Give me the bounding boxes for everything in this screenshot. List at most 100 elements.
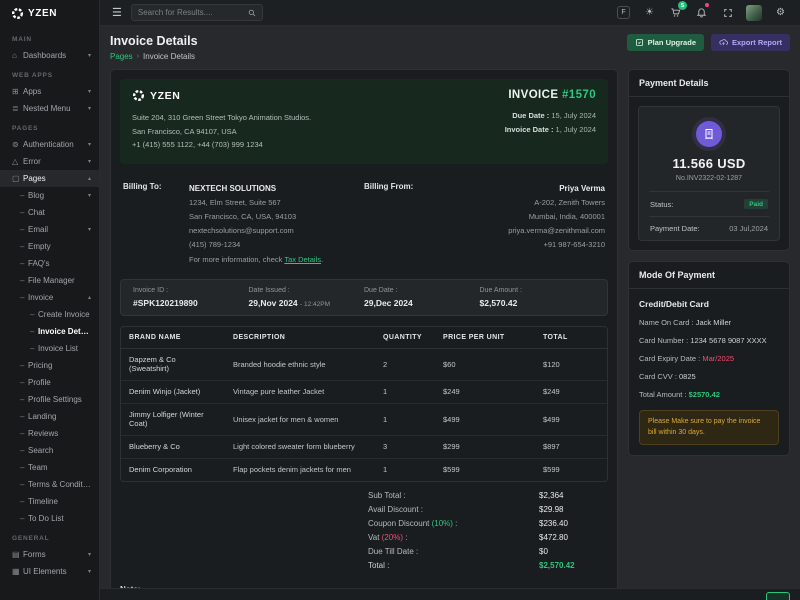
language-flag-icon: F xyxy=(617,6,630,19)
sidebar-item-apps[interactable]: ⊞Apps▾ xyxy=(0,83,99,100)
due-amount-value: $2,570.42 xyxy=(480,298,596,308)
breadcrumb-pages-link[interactable]: Pages xyxy=(110,52,133,61)
sidebar-item-pages[interactable]: ▢Pages▴ xyxy=(0,170,99,187)
sidebar-section-main: MAIN xyxy=(0,28,99,47)
due-till-date-value: $0 xyxy=(539,547,603,556)
sidebar-item-nested-menu[interactable]: ≣Nested Menu▾ xyxy=(0,100,99,117)
gear-icon: ⚙ xyxy=(776,7,785,18)
billing-from-details: Priya Verma A-202, Zenith Towers Mumbai,… xyxy=(430,181,605,267)
invoice-meta-strip: Invoice ID :#SPK120219890 Date Issued :2… xyxy=(120,279,608,316)
due-date-value: 29,Dec 2024 xyxy=(364,298,480,308)
sidebar-item-faqs[interactable]: –FAQ's xyxy=(0,255,99,272)
sidebar-item-profile-settings[interactable]: –Profile Settings xyxy=(0,391,99,408)
sidebar-section-pages: PAGES xyxy=(0,117,99,136)
sidebar-item-dashboards[interactable]: ⌂Dashboards▾ xyxy=(0,47,99,64)
avail-discount-value: $29.98 xyxy=(539,505,603,514)
page-header: Invoice Details Pages › Invoice Details … xyxy=(110,34,790,61)
invoice-company-address: Suite 204, 310 Green Street Tokyo Animat… xyxy=(132,111,311,152)
topbar: ☰ F ☀ 5 ⚙ xyxy=(100,0,800,26)
user-avatar[interactable] xyxy=(746,5,762,21)
breadcrumb: Pages › Invoice Details xyxy=(110,52,198,61)
sidebar-item-file-manager[interactable]: –File Manager xyxy=(0,272,99,289)
search-input[interactable] xyxy=(138,8,244,17)
date-issued-value: 29,Nov 2024 - 12:42PM xyxy=(249,298,365,308)
global-search[interactable] xyxy=(131,4,263,21)
sidebar-item-email[interactable]: –Email▾ xyxy=(0,221,99,238)
payment-details-title: Payment Details xyxy=(629,70,789,97)
chevron-up-icon: ▴ xyxy=(86,294,91,301)
coupon-discount-value: $236.40 xyxy=(539,519,603,528)
cart-button[interactable]: 5 xyxy=(668,5,683,20)
payment-amount: 11.566 USD xyxy=(649,156,769,171)
sidebar-item-pricing[interactable]: –Pricing xyxy=(0,357,99,374)
status-badge: Paid xyxy=(744,199,768,209)
sidebar-item-todo-list[interactable]: –To Do List xyxy=(0,510,99,527)
card-cvv-line: Card CVV : 0825 xyxy=(639,372,779,381)
pages-icon: ▢ xyxy=(12,174,23,183)
export-report-button[interactable]: Export Report xyxy=(711,34,790,51)
invoice-totals: Sub Total :$2,364 Avail Discount :$29.98… xyxy=(111,482,617,577)
card-expiry-line: Card Expiry Date : Mar/2025 xyxy=(639,354,779,363)
chevron-down-icon: ▾ xyxy=(86,192,91,199)
billing-to-label: Billing To: xyxy=(123,181,189,267)
invoice-brand-swirl-icon xyxy=(132,89,145,102)
sidebar-item-invoice-details[interactable]: –Invoice Details xyxy=(0,323,99,340)
sidebar-item-forms[interactable]: ▤Forms▾ xyxy=(0,546,99,563)
error-icon: △ xyxy=(12,157,23,166)
chevron-down-icon: ▾ xyxy=(86,52,91,59)
sidebar-item-blog[interactable]: –Blog▾ xyxy=(0,187,99,204)
table-row: Blueberry & CoLight colored sweater form… xyxy=(121,435,607,458)
table-row: Denim Winjo (Jacket)Vintage pure leather… xyxy=(121,380,607,403)
payment-details-card: Payment Details 11.566 USD No.INV2322-02… xyxy=(628,69,790,251)
nested-menu-icon: ≣ xyxy=(12,104,23,113)
sidebar-item-empty[interactable]: –Empty xyxy=(0,238,99,255)
chevron-down-icon: ▾ xyxy=(86,551,91,558)
invoice-card: YZEN Suite 204, 310 Green Street Tokyo A… xyxy=(110,69,618,588)
tax-details-link[interactable]: Tax Details xyxy=(284,255,321,264)
menu-toggle-icon[interactable]: ☰ xyxy=(112,6,122,19)
sidebar-item-create-invoice[interactable]: –Create Invoice xyxy=(0,306,99,323)
payment-method: Credit/Debit Card xyxy=(639,299,779,309)
language-button[interactable]: F xyxy=(616,5,631,20)
topbar-icons: F ☀ 5 ⚙ xyxy=(616,5,788,21)
sidebar-item-authentication[interactable]: ⊚Authentication▾ xyxy=(0,136,99,153)
plan-upgrade-button[interactable]: Plan Upgrade xyxy=(627,34,704,51)
theme-toggle-button[interactable]: ☀ xyxy=(642,5,657,20)
sidebar-item-chat[interactable]: –Chat xyxy=(0,204,99,221)
sidebar-item-ui-elements[interactable]: ▦UI Elements▾ xyxy=(0,563,99,580)
sidebar-item-team[interactable]: –Team xyxy=(0,459,99,476)
notifications-button[interactable] xyxy=(694,5,709,20)
sidebar-item-invoice-list[interactable]: –Invoice List xyxy=(0,340,99,357)
sidebar-item-profile[interactable]: –Profile xyxy=(0,374,99,391)
brand-logo[interactable]: YZEN xyxy=(0,0,99,26)
page-content: Invoice Details Pages › Invoice Details … xyxy=(100,26,800,588)
table-row: Jimmy Lolfiger (Winter Coat)Unisex jacke… xyxy=(121,403,607,435)
main-area: ☰ F ☀ 5 ⚙ xyxy=(100,0,800,600)
bell-icon xyxy=(696,7,707,18)
sidebar-item-error[interactable]: △Error▾ xyxy=(0,153,99,170)
sidebar-item-terms[interactable]: –Terms & Conditions xyxy=(0,476,99,493)
card-name-line: Name On Card : Jack Miller xyxy=(639,318,779,327)
search-icon[interactable] xyxy=(248,9,256,17)
mode-of-payment-card: Mode Of Payment Credit/Debit Card Name O… xyxy=(628,261,790,456)
settings-button[interactable]: ⚙ xyxy=(773,5,788,20)
table-row: Dapzem & Co (Sweatshirt)Branded hoodie e… xyxy=(121,348,607,380)
receipt-icon xyxy=(696,121,722,147)
cloud-upload-icon xyxy=(719,38,728,47)
sidebar-item-landing[interactable]: –Landing xyxy=(0,408,99,425)
subtotal-value: $2,364 xyxy=(539,491,603,500)
brand-name: YZEN xyxy=(28,8,57,19)
payment-summary-box: 11.566 USD No.INV2322-02-1287 Status: Pa… xyxy=(638,106,780,241)
mode-of-payment-title: Mode Of Payment xyxy=(629,262,789,289)
grand-total-value: $2,570.42 xyxy=(539,561,603,570)
chevron-down-icon: ▾ xyxy=(86,568,91,575)
sidebar-item-timeline[interactable]: –Timeline xyxy=(0,493,99,510)
sidebar-item-reviews[interactable]: –Reviews xyxy=(0,425,99,442)
sidebar-item-search[interactable]: –Search xyxy=(0,442,99,459)
status-row: Status: Paid xyxy=(649,192,769,216)
total-amount-line: Total Amount : $2570.42 xyxy=(639,390,779,399)
scroll-to-top-button[interactable] xyxy=(766,592,790,600)
fullscreen-button[interactable] xyxy=(720,5,735,20)
chevron-down-icon: ▾ xyxy=(86,88,91,95)
sidebar-item-invoice[interactable]: –Invoice▴ xyxy=(0,289,99,306)
